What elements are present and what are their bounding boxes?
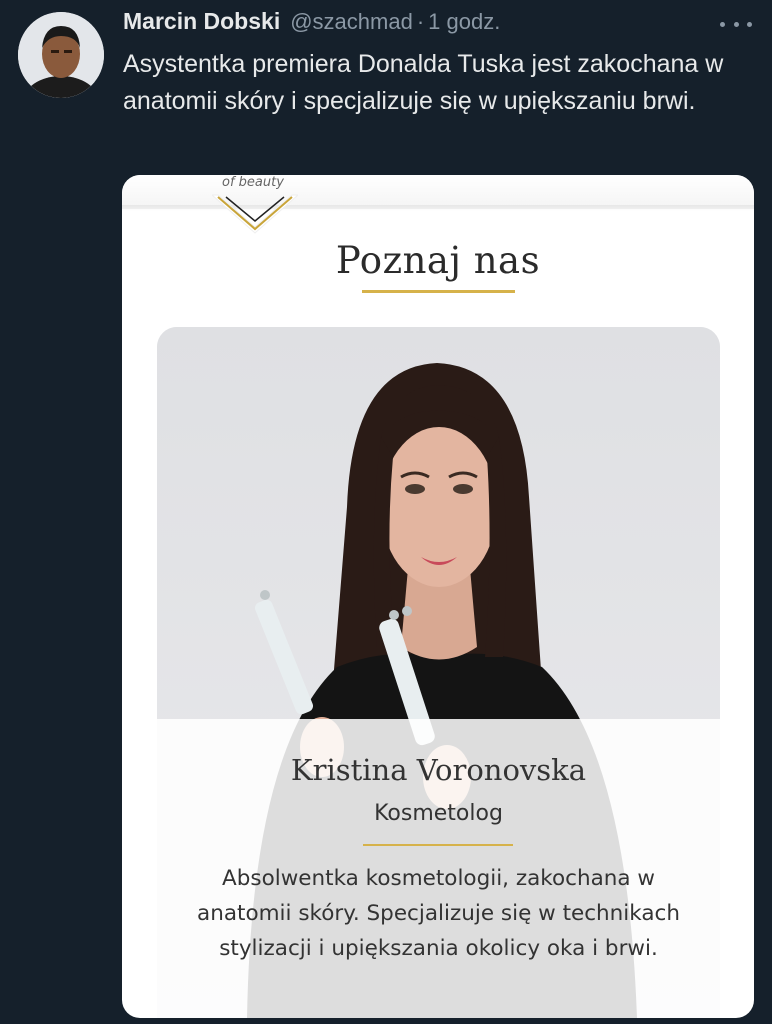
profile-info-panel: Kristina Voronovska Kosmetolog Absolwent… <box>157 719 720 1018</box>
author-handle[interactable]: @szachmad <box>290 9 413 35</box>
role-underline <box>363 844 513 846</box>
title-underline <box>362 290 515 293</box>
ellipsis-dot <box>747 21 752 27</box>
tweet-header: Marcin Dobski @szachmad · 1 godz. <box>123 8 752 38</box>
author-avatar[interactable] <box>18 12 104 98</box>
tweet-timestamp[interactable]: 1 godz. <box>428 9 500 35</box>
person-name: Kristina Voronovska <box>290 753 587 787</box>
tweet-media-image[interactable]: of beauty Poznaj nas Kristina Voronovska… <box>122 175 754 1018</box>
avatar-photo <box>18 12 104 98</box>
ellipsis-icon[interactable] <box>720 14 752 34</box>
section-title: Poznaj nas <box>335 239 541 282</box>
brand-tagline: of beauty <box>222 175 284 190</box>
person-bio: Absolwentka kosmetologii, zakochana w an… <box>197 866 680 961</box>
tweet-text: Asystentka premiera Donalda Tuska jest z… <box>123 50 724 115</box>
ellipsis-dot <box>720 21 725 27</box>
person-role: Kosmetolog <box>374 801 503 826</box>
brand-logo-chevron <box>212 194 298 234</box>
separator-dot: · <box>416 9 425 34</box>
ellipsis-dot <box>733 21 739 27</box>
author-name[interactable]: Marcin Dobski <box>123 8 280 35</box>
